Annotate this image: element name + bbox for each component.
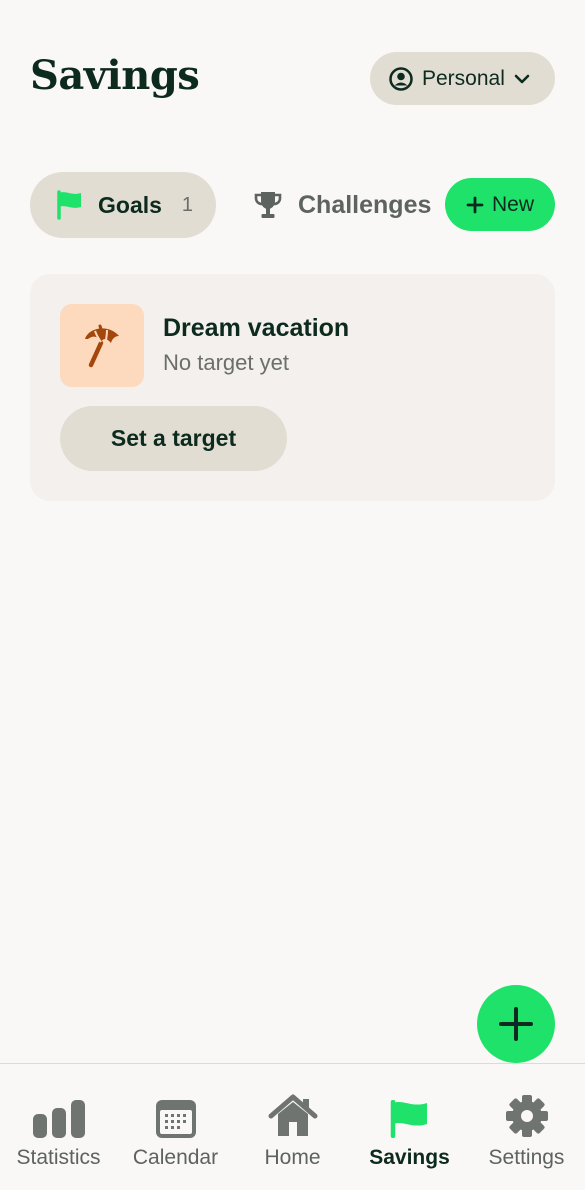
tabbar-label: Statistics [16,1146,101,1169]
beach-umbrella-icon [85,324,119,367]
tabbar-label: Savings [369,1146,450,1169]
tabbar-label: Home [264,1146,321,1169]
plus-icon [466,196,484,213]
flag-icon [57,190,81,220]
trophy-icon [254,192,282,218]
tab-challenges-label: Challenges [298,190,432,219]
bottom-tab-bar: Statistics Calendar Home Savings Setting… [0,1063,585,1190]
goal-card[interactable]: Dream vacation No target yet Set a targe… [30,274,555,501]
new-button-label: New [491,192,534,216]
add-goal-button[interactable] [477,985,555,1063]
tabbar-item-statistics[interactable]: Statistics [0,1064,117,1174]
chevron-down-icon [514,74,530,83]
savings-tabs: Goals 1 Challenges New [30,172,555,238]
goal-icon-tile [60,304,144,387]
tabbar-item-calendar[interactable]: Calendar [117,1064,234,1174]
tab-goals[interactable]: Goals 1 [30,172,216,238]
plus-icon [499,1007,533,1041]
calendar-icon [155,1100,196,1138]
tabbar-item-savings[interactable]: Savings [351,1064,468,1174]
home-icon [268,1094,317,1136]
bar-chart-icon [32,1100,85,1138]
goals-count-badge: 1 [181,193,194,216]
account-switcher[interactable]: Personal [370,52,555,105]
tabbar-label: Calendar [132,1146,219,1169]
goal-name: Dream vacation [163,314,350,342]
page-title: Savings [30,52,200,99]
goal-status: No target yet [163,350,289,375]
tabbar-item-home[interactable]: Home [234,1064,351,1174]
tab-challenges[interactable]: Challenges [252,172,431,238]
tab-goals-label: Goals [98,191,162,218]
flag-icon [390,1100,427,1138]
tabbar-item-settings[interactable]: Settings [468,1064,585,1174]
new-button[interactable]: New [445,178,555,231]
user-circle-icon [389,66,413,91]
set-target-button[interactable]: Set a target [60,406,287,471]
account-label: Personal [422,66,505,90]
tabbar-label: Settings [488,1146,565,1169]
gear-icon [505,1095,548,1137]
